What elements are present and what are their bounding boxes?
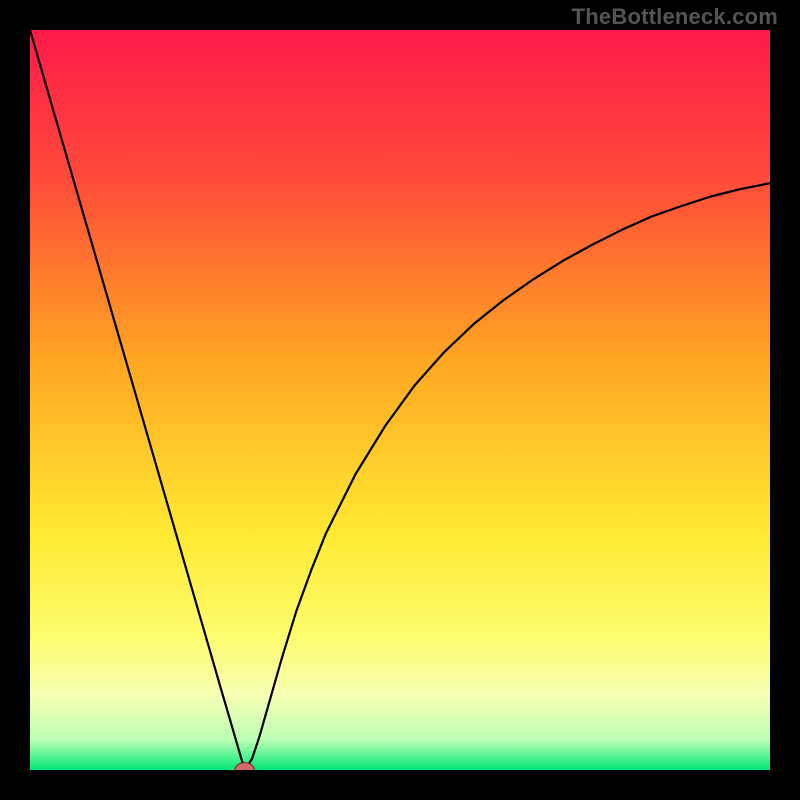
chart-frame: TheBottleneck.com [0, 0, 800, 800]
gradient-background [30, 30, 770, 770]
chart-svg [30, 30, 770, 770]
plot-area [30, 30, 770, 770]
watermark-text: TheBottleneck.com [572, 4, 778, 30]
